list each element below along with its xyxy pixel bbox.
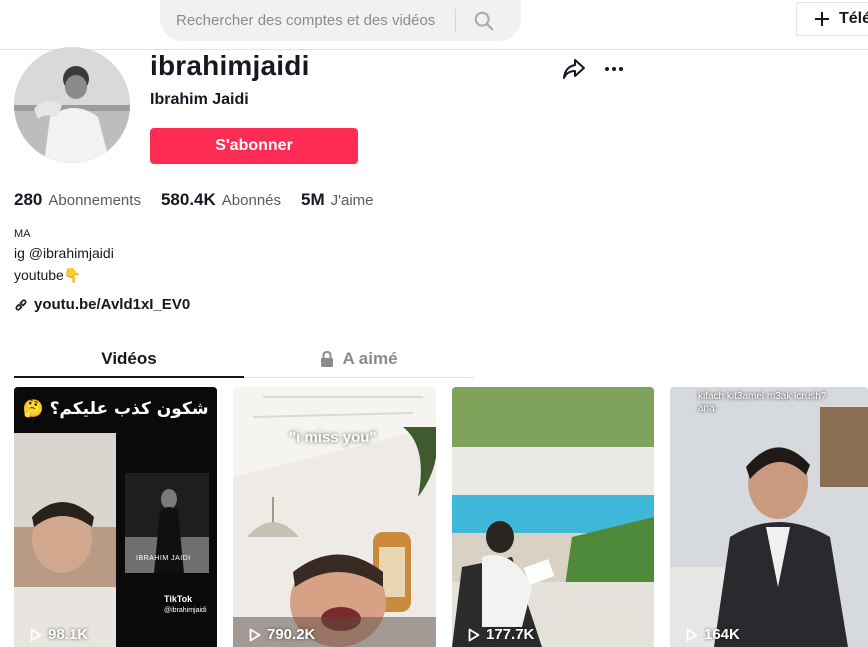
play-icon	[468, 628, 480, 641]
video-thumbnail	[670, 387, 868, 647]
profile-link-text: youtu.be/Avld1xI_EV0	[34, 296, 191, 313]
search-input[interactable]	[160, 0, 455, 41]
link-icon	[15, 298, 27, 311]
video-card[interactable]: 🤔 شكون كذب عليكم؟ IBRAHIM JAIDI TikTok @…	[14, 387, 217, 647]
video-thumbnail	[233, 387, 436, 647]
video-card[interactable]: kifach kit3amel m3ak lcrush? ana: 164K	[670, 387, 868, 647]
stat-label: J'aime	[330, 192, 374, 209]
tab-liked-label: A aimé	[342, 349, 398, 368]
more-dot-icon	[605, 67, 609, 71]
play-icon	[686, 628, 698, 641]
video-caption-line: kifach kit3amel m3ak lcrush?	[698, 391, 827, 402]
video-caption: kifach kit3amel m3ak lcrush? ana:	[698, 391, 826, 415]
search-button[interactable]	[456, 0, 512, 41]
more-options-button[interactable]	[600, 56, 628, 82]
profile-nickname: Ibrahim Jaidi	[150, 91, 249, 108]
profile-stats: 280 Abonnements 580.4K Abonnés 5M J'aime	[14, 190, 394, 210]
more-dot-icon	[612, 67, 616, 71]
tab-liked[interactable]: A aimé	[244, 340, 474, 378]
more-dot-icon	[619, 67, 623, 71]
stat-label: Abonnements	[48, 192, 141, 209]
video-view-count: 164K	[704, 626, 740, 643]
avatar-image	[14, 47, 130, 163]
search-icon	[474, 11, 494, 30]
video-views: 177.7K	[468, 626, 534, 643]
video-view-count: 790.2K	[267, 626, 316, 643]
video-views: 790.2K	[249, 626, 315, 643]
tab-active-indicator	[14, 376, 244, 378]
watermark-brand: TikTok	[164, 594, 193, 604]
video-views: 164K	[686, 626, 740, 643]
watermark-handle: @ibrahimjaidi	[164, 607, 207, 614]
profile-link[interactable]: youtu.be/Avld1xI_EV0	[14, 296, 190, 313]
profile-tabs: Vidéos A aimé	[14, 340, 474, 378]
bio-line: youtube👇	[14, 267, 82, 283]
bio-line: MA	[14, 228, 31, 240]
share-icon	[563, 59, 585, 79]
video-thumbnail	[452, 387, 654, 647]
upload-button[interactable]: Télé	[796, 2, 868, 36]
stat-value: 280	[14, 190, 43, 209]
lock-icon	[321, 351, 334, 367]
stat-followers[interactable]: 580.4K Abonnés	[161, 190, 281, 210]
search-bar	[160, 0, 521, 41]
video-view-count: 177.7K	[486, 626, 535, 643]
video-inner-label: IBRAHIM JAIDI	[136, 555, 191, 562]
profile-bio: MA ig @ibrahimjaidi youtube👇	[14, 226, 114, 286]
upload-label: Télé	[839, 10, 868, 27]
profile-username: ibrahimjaidi	[150, 50, 310, 81]
video-caption: "i miss you"	[289, 429, 377, 446]
stat-following[interactable]: 280 Abonnements	[14, 190, 141, 210]
video-view-count: 98.1K	[48, 626, 89, 643]
avatar	[14, 47, 130, 163]
video-caption-line: ana:	[698, 403, 718, 414]
bio-line: ig @ibrahimjaidi	[14, 245, 114, 261]
plus-icon	[815, 12, 829, 26]
top-bar: Télé	[0, 0, 868, 50]
stat-value: 580.4K	[160, 190, 216, 209]
video-card[interactable]: 177.7K	[452, 387, 654, 647]
share-button[interactable]	[561, 56, 587, 82]
tiktok-watermark: TikTok @ibrahimjaidi	[164, 594, 207, 616]
tab-videos[interactable]: Vidéos	[14, 340, 244, 378]
video-caption: 🤔 شكون كذب عليكم؟	[22, 399, 209, 419]
stat-value: 5M	[301, 190, 325, 209]
follow-button[interactable]: S'abonner	[150, 128, 358, 164]
video-card[interactable]: "i miss you" 790.2K	[233, 387, 436, 647]
stat-label: Abonnés	[221, 192, 281, 209]
play-icon	[30, 628, 42, 641]
video-views: 98.1K	[30, 626, 88, 643]
stat-likes: 5M J'aime	[301, 190, 374, 210]
play-icon	[249, 628, 261, 641]
